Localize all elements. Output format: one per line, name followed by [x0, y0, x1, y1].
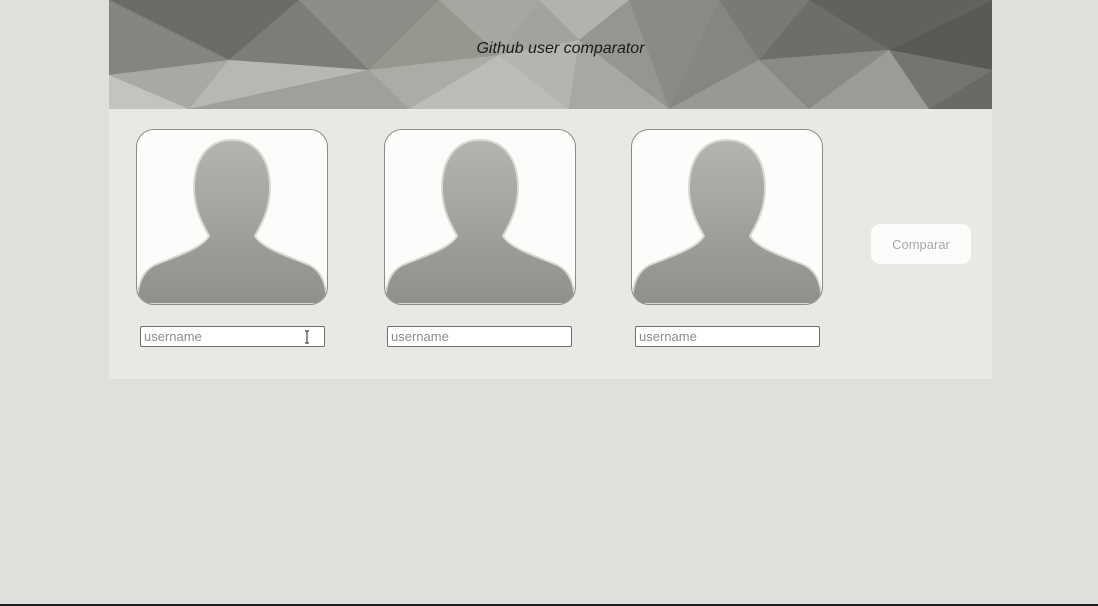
user-card-3 — [631, 129, 823, 305]
default-user-silhouette-icon — [632, 138, 822, 304]
user-card-1 — [136, 129, 328, 305]
header-banner: Github user comparator — [109, 0, 992, 109]
comparator-panel: Github user comparator username username… — [109, 0, 992, 379]
page: Github user comparator username username… — [0, 0, 1098, 606]
avatar-3 — [631, 129, 823, 305]
username-input-3[interactable] — [635, 326, 820, 347]
username-input-1[interactable] — [140, 326, 325, 347]
avatar-1 — [136, 129, 328, 305]
default-user-silhouette-icon — [385, 138, 575, 304]
text-cursor-icon — [305, 330, 309, 344]
avatar-2 — [384, 129, 576, 305]
default-user-silhouette-icon — [137, 138, 327, 304]
user-card-2 — [384, 129, 576, 305]
compare-button[interactable]: Comparar — [871, 224, 971, 264]
page-title: Github user comparator — [476, 40, 645, 57]
username-input-2[interactable] — [387, 326, 572, 347]
